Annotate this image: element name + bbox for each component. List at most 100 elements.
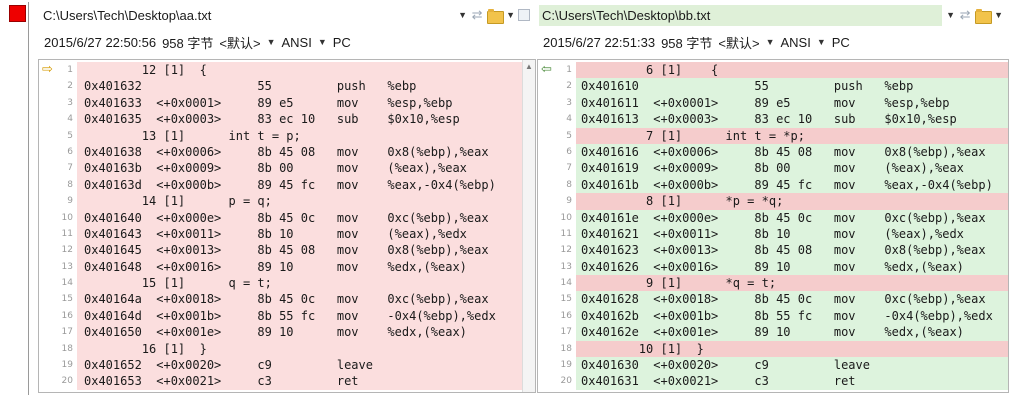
code-line[interactable]: 4 0x401635 <+0x0003> 83 ec 10 sub $0x10,%… bbox=[39, 111, 522, 128]
swap-icon[interactable]: ⇄ bbox=[958, 8, 972, 22]
line-number: 16 bbox=[61, 310, 73, 321]
code-line[interactable]: 20 0x401631 <+0x0021> c3 ret bbox=[538, 373, 1008, 390]
folder-open-icon[interactable] bbox=[975, 8, 993, 24]
line-number: 16 bbox=[560, 310, 572, 321]
line-text: 0x401610 55 push %ebp bbox=[581, 79, 914, 94]
code-line[interactable]: 17 0x40162e <+0x001e> 89 10 mov %edx,(%ea… bbox=[538, 324, 1008, 341]
code-line[interactable]: 5 7 [1] int t = *p; bbox=[538, 127, 1008, 144]
code-line[interactable]: 18 16 [1] } bbox=[39, 340, 522, 358]
line-text: 0x40163b <+0x0009> 8b 00 mov (%eax),%eax bbox=[84, 161, 467, 176]
line-number: 8 bbox=[67, 179, 73, 190]
code-line[interactable]: ⇦ 1 6 [1] { bbox=[538, 62, 1008, 79]
line-number: 13 bbox=[61, 261, 73, 272]
line-number: 7 bbox=[566, 163, 572, 174]
code-line[interactable]: 12 0x401623 <+0x0013> 8b 45 08 mov 0x8(%e… bbox=[538, 242, 1008, 259]
code-line[interactable]: 18 10 [1] } bbox=[538, 340, 1008, 358]
line-text: 0x401638 <+0x0006> 8b 45 08 mov 0x8(%ebp… bbox=[84, 144, 489, 159]
code-line[interactable]: 19 0x401630 <+0x0020> c9 leave bbox=[538, 357, 1008, 374]
line-number: 20 bbox=[61, 376, 73, 387]
code-line[interactable]: 3 0x401611 <+0x0001> 89 e5 mov %esp,%ebp bbox=[538, 94, 1008, 112]
line-text: 0x401635 <+0x0003> 83 ec 10 sub $0x10,%e… bbox=[84, 112, 460, 127]
right-format[interactable]: <默认> bbox=[718, 33, 759, 52]
line-number: 18 bbox=[560, 343, 572, 354]
line-text: 0x401648 <+0x0016> 89 10 mov %edx,(%eax) bbox=[84, 259, 467, 274]
line-number: 1 bbox=[566, 65, 572, 75]
chevron-down-icon[interactable]: ▼ bbox=[267, 37, 276, 47]
left-format[interactable]: <默认> bbox=[219, 33, 260, 52]
code-line[interactable]: 6 0x401638 <+0x0006> 8b 45 08 mov 0x8(%eb… bbox=[39, 143, 522, 161]
code-line[interactable]: 15 0x401628 <+0x0018> 8b 45 0c mov 0xc(%e… bbox=[538, 291, 1008, 308]
chevron-down-icon[interactable]: ▼ bbox=[318, 37, 327, 47]
code-line[interactable]: 10 0x40161e <+0x000e> 8b 45 0c mov 0xc(%e… bbox=[538, 209, 1008, 226]
code-line[interactable]: 2 0x401632 55 push %ebp bbox=[39, 78, 522, 95]
chevron-down-icon[interactable]: ▼ bbox=[817, 37, 826, 47]
chevron-down-icon[interactable]: ▼ bbox=[994, 10, 1003, 20]
chevron-down-icon[interactable]: ▼ bbox=[506, 10, 515, 20]
line-number: 4 bbox=[67, 114, 73, 125]
line-number: 7 bbox=[67, 163, 73, 174]
line-text: 0x401613 <+0x0003> 83 ec 10 sub $0x10,%e… bbox=[581, 112, 957, 127]
right-info-bar: 2015/6/27 22:51:33 958 字节 <默认> ▼ ANSI ▼ … bbox=[543, 31, 850, 53]
code-line[interactable]: 7 0x40163b <+0x0009> 8b 00 mov (%eax),%ea… bbox=[39, 160, 522, 177]
chevron-down-icon[interactable]: ▼ bbox=[946, 10, 955, 20]
code-line[interactable]: 16 0x40162b <+0x001b> 8b 55 fc mov -0x4(%… bbox=[538, 307, 1008, 325]
code-line[interactable]: ⇨ 1 12 [1] { bbox=[39, 62, 522, 79]
scroll-up-icon[interactable]: ▲ bbox=[525, 62, 533, 71]
code-line[interactable]: 16 0x40164d <+0x001b> 8b 55 fc mov -0x4(%… bbox=[39, 307, 522, 325]
right-path-bar: C:\Users\Tech\Desktop\bb.txt ▼ ⇄ ▼ bbox=[539, 4, 1007, 26]
code-line[interactable]: 10 0x401640 <+0x000e> 8b 45 0c mov 0xc(%e… bbox=[39, 209, 522, 226]
line-number: 3 bbox=[67, 97, 73, 108]
code-line[interactable]: 19 0x401652 <+0x0020> c9 leave bbox=[39, 357, 522, 374]
line-number: 11 bbox=[61, 228, 73, 239]
code-line[interactable]: 3 0x401633 <+0x0001> 89 e5 mov %esp,%ebp bbox=[39, 94, 522, 112]
left-path-field[interactable]: C:\Users\Tech\Desktop\aa.txt bbox=[40, 5, 454, 26]
code-line[interactable]: 11 0x401643 <+0x0011> 8b 10 mov (%eax),%e… bbox=[39, 225, 522, 243]
code-line[interactable]: 8 0x40161b <+0x000b> 89 45 fc mov %eax,-0… bbox=[538, 176, 1008, 194]
left-code-view[interactable]: ⇨ 1 12 [1] {2 0x401632 55 push %ebp 3 0x4016… bbox=[38, 59, 536, 393]
line-text: 0x40163d <+0x000b> 89 45 fc mov %eax,-0x… bbox=[84, 177, 496, 192]
code-line[interactable]: 9 8 [1] *p = *q; bbox=[538, 193, 1008, 210]
code-line[interactable]: 8 0x40163d <+0x000b> 89 45 fc mov %eax,-0… bbox=[39, 176, 522, 194]
swap-icon[interactable]: ⇄ bbox=[470, 8, 484, 22]
line-text: 0x40162b <+0x001b> 8b 55 fc mov -0x4(%eb… bbox=[581, 308, 993, 323]
line-number: 17 bbox=[61, 327, 73, 338]
folder-open-icon[interactable] bbox=[487, 8, 505, 24]
code-line[interactable]: 14 9 [1] *q = t; bbox=[538, 275, 1008, 292]
code-line[interactable]: 13 0x401626 <+0x0016> 89 10 mov %edx,(%ea… bbox=[538, 258, 1008, 276]
code-line[interactable]: 14 15 [1] q = t; bbox=[39, 275, 522, 292]
line-number: 18 bbox=[61, 343, 73, 354]
code-line[interactable]: 6 0x401616 <+0x0006> 8b 45 08 mov 0x8(%eb… bbox=[538, 143, 1008, 161]
line-text: 0x401632 55 push %ebp bbox=[84, 79, 417, 94]
right-lineend[interactable]: PC bbox=[832, 35, 850, 50]
save-icon[interactable] bbox=[518, 9, 530, 21]
code-line[interactable]: 5 13 [1] int t = p; bbox=[39, 127, 522, 144]
code-line[interactable]: 11 0x401621 <+0x0011> 8b 10 mov (%eax),%e… bbox=[538, 225, 1008, 243]
right-encoding[interactable]: ANSI bbox=[780, 35, 810, 50]
line-number: 11 bbox=[560, 228, 572, 239]
code-line[interactable]: 4 0x401613 <+0x0003> 83 ec 10 sub $0x10,%… bbox=[538, 111, 1008, 128]
left-lineend[interactable]: PC bbox=[333, 35, 351, 50]
left-vertical-scrollbar[interactable]: ▲ bbox=[522, 60, 535, 392]
right-code-view[interactable]: ⇦ 1 6 [1] {2 0x401610 55 push %ebp 3 0x40161… bbox=[537, 59, 1009, 393]
file-diff-marker bbox=[6, 2, 32, 395]
chevron-down-icon[interactable]: ▼ bbox=[766, 37, 775, 47]
line-number: 13 bbox=[560, 261, 572, 272]
line-text: 0x40164d <+0x001b> 8b 55 fc mov -0x4(%eb… bbox=[84, 308, 496, 323]
code-line[interactable]: 15 0x40164a <+0x0018> 8b 45 0c mov 0xc(%e… bbox=[39, 291, 522, 308]
line-text: 0x401621 <+0x0011> 8b 10 mov (%eax),%edx bbox=[581, 226, 964, 241]
line-text: 0x401623 <+0x0013> 8b 45 08 mov 0x8(%ebp… bbox=[581, 243, 986, 258]
line-text: 0x401630 <+0x0020> c9 leave bbox=[581, 358, 870, 373]
chevron-down-icon[interactable]: ▼ bbox=[458, 10, 467, 20]
left-encoding[interactable]: ANSI bbox=[281, 35, 311, 50]
code-line[interactable]: 17 0x401650 <+0x001e> 89 10 mov %edx,(%ea… bbox=[39, 324, 522, 341]
code-line[interactable]: 9 14 [1] p = q; bbox=[39, 193, 522, 210]
line-text: 6 [1] { bbox=[581, 63, 719, 77]
code-line[interactable]: 2 0x401610 55 push %ebp bbox=[538, 78, 1008, 95]
left-path-bar: C:\Users\Tech\Desktop\aa.txt ▼ ⇄ ▼ bbox=[40, 4, 534, 26]
code-line[interactable]: 13 0x401648 <+0x0016> 89 10 mov %edx,(%ea… bbox=[39, 258, 522, 276]
right-path-field[interactable]: C:\Users\Tech\Desktop\bb.txt bbox=[539, 4, 943, 26]
code-line[interactable]: 12 0x401645 <+0x0013> 8b 45 08 mov 0x8(%e… bbox=[39, 242, 522, 259]
line-number: 12 bbox=[61, 245, 73, 256]
code-line[interactable]: 7 0x401619 <+0x0009> 8b 00 mov (%eax),%ea… bbox=[538, 160, 1008, 177]
code-line[interactable]: 20 0x401653 <+0x0021> c3 ret bbox=[39, 373, 522, 390]
